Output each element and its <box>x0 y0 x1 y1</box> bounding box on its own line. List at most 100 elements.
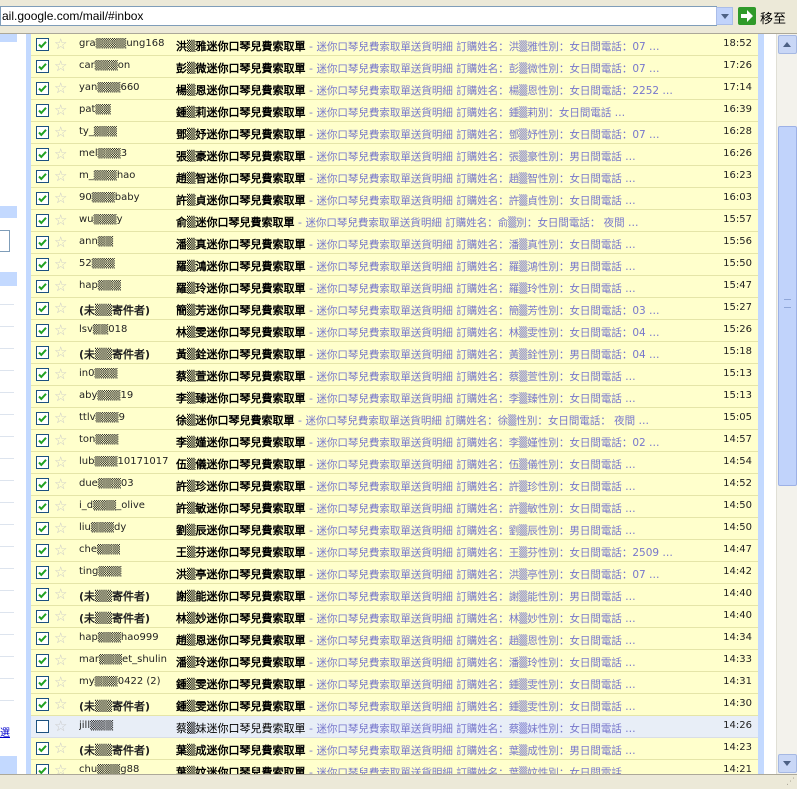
message-subject-line[interactable]: 簡▒芳迷你口琴兒費索取單 - 迷你口琴兒費索取單送貨明細 訂購姓名：簡▒芳性別：… <box>176 302 721 316</box>
select-checkbox[interactable] <box>36 764 49 774</box>
message-row[interactable]: ☆ (未▒▒寄件者) 鍾▒雯迷你口琴兒費索取單 - 迷你口琴兒費索取單送貨明細 訂購… <box>31 694 758 716</box>
message-row[interactable]: ☆ ttlv▒▒▒9 徐▒迷你口琴兒費索取單 - 迷你口琴兒費索取單送貨明細 訂購姓… <box>31 408 758 430</box>
message-subject-line[interactable]: 伍▒儀迷你口琴兒費索取單 - 迷你口琴兒費索取單送貨明細 訂購姓名：伍▒儀性別：… <box>176 456 721 470</box>
sidebar-search-field[interactable] <box>0 230 10 252</box>
message-row[interactable]: ☆ (未▒▒寄件者) 林▒妙迷你口琴兒費索取單 - 迷你口琴兒費索取單送貨明細 訂購… <box>31 606 758 628</box>
message-subject-line[interactable]: 蔡▒萱迷你口琴兒費索取單 - 迷你口琴兒費索取單送貨明細 訂購姓名：蔡▒萱性別：… <box>176 368 721 382</box>
select-checkbox[interactable] <box>36 236 49 249</box>
message-subject-line[interactable]: 王▒芬迷你口琴兒費索取單 - 迷你口琴兒費索取單送貨明細 訂購姓名：王▒芬性別：… <box>176 544 721 558</box>
star-icon[interactable]: ☆ <box>54 564 70 580</box>
star-icon[interactable]: ☆ <box>54 300 70 316</box>
message-row[interactable]: ☆ 90▒▒▒baby 許▒貞迷你口琴兒費索取單 - 迷你口琴兒費索取單送貨明細 訂… <box>31 188 758 210</box>
message-subject-line[interactable]: 羅▒鴻迷你口琴兒費索取單 - 迷你口琴兒費索取單送貨明細 訂購姓名：羅▒鴻性別：… <box>176 258 721 272</box>
message-row[interactable]: ☆ yan▒▒▒660 楊▒恩迷你口琴兒費索取單 - 迷你口琴兒費索取單送貨明細 訂… <box>31 78 758 100</box>
message-row[interactable]: ☆ liu▒▒▒dy 劉▒辰迷你口琴兒費索取單 - 迷你口琴兒費索取單送貨明細 訂購… <box>31 518 758 540</box>
sidebar-link[interactable]: 選 <box>0 724 10 739</box>
select-checkbox[interactable] <box>36 610 49 623</box>
select-checkbox[interactable] <box>36 434 49 447</box>
message-subject-line[interactable]: 鍾▒雯迷你口琴兒費索取單 - 迷你口琴兒費索取單送貨明細 訂購姓名：鍾▒雯性別：… <box>176 676 721 690</box>
message-subject-line[interactable]: 葉▒妏迷你口琴兒費索取單 - 迷你口琴兒費索取單送貨明細 訂購姓名：葉▒妏性別：… <box>176 764 721 774</box>
url-input[interactable]: ail.google.com/mail/#inbox <box>0 6 717 26</box>
star-icon[interactable]: ☆ <box>54 190 70 206</box>
select-checkbox[interactable] <box>36 456 49 469</box>
select-checkbox[interactable] <box>36 478 49 491</box>
select-checkbox[interactable] <box>36 544 49 557</box>
select-checkbox[interactable] <box>36 654 49 667</box>
star-icon[interactable]: ☆ <box>54 168 70 184</box>
star-icon[interactable]: ☆ <box>54 630 70 646</box>
message-subject-line[interactable]: 潘▒玲迷你口琴兒費索取單 - 迷你口琴兒費索取單送貨明細 訂購姓名：潘▒玲性別：… <box>176 654 721 668</box>
star-icon[interactable]: ☆ <box>54 80 70 96</box>
select-checkbox[interactable] <box>36 60 49 73</box>
message-subject-line[interactable]: 李▒臻迷你口琴兒費索取單 - 迷你口琴兒費索取單送貨明細 訂購姓名：李▒臻性別：… <box>176 390 721 404</box>
message-subject-line[interactable]: 鄧▒妤迷你口琴兒費索取單 - 迷你口琴兒費索取單送貨明細 訂購姓名：鄧▒妤性別：… <box>176 126 721 140</box>
message-row[interactable]: ☆ due▒▒▒03 許▒珍迷你口琴兒費索取單 - 迷你口琴兒費索取單送貨明細 訂購… <box>31 474 758 496</box>
message-subject-line[interactable]: 張▒豪迷你口琴兒費索取單 - 迷你口琴兒費索取單送貨明細 訂購姓名：張▒豪性別：… <box>176 148 721 162</box>
message-subject-line[interactable]: 李▒嫤迷你口琴兒費索取單 - 迷你口琴兒費索取單送貨明細 訂購姓名：李▒嫤性別：… <box>176 434 721 448</box>
scroll-thumb[interactable] <box>778 126 797 486</box>
star-icon[interactable]: ☆ <box>54 542 70 558</box>
message-row[interactable]: ☆ (未▒▒寄件者) 黃▒銓迷你口琴兒費索取單 - 迷你口琴兒費索取單送貨明細 訂購… <box>31 342 758 364</box>
star-icon[interactable]: ☆ <box>54 520 70 536</box>
select-checkbox[interactable] <box>36 588 49 601</box>
star-icon[interactable]: ☆ <box>54 586 70 602</box>
message-row[interactable]: ☆ hap▒▒▒hao999 趙▒恩迷你口琴兒費索取單 - 迷你口琴兒費索取單送貨明… <box>31 628 758 650</box>
star-icon[interactable]: ☆ <box>54 674 70 690</box>
message-subject-line[interactable]: 趙▒恩迷你口琴兒費索取單 - 迷你口琴兒費索取單送貨明細 訂購姓名：趙▒恩性別：… <box>176 632 721 646</box>
message-subject-line[interactable]: 蔡▒妹迷你口琴兒費索取單 - 迷你口琴兒費索取單送貨明細 訂購姓名：蔡▒妹性別：… <box>176 720 721 734</box>
message-row[interactable]: ☆ m_▒▒▒hao 趙▒智迷你口琴兒費索取單 - 迷你口琴兒費索取單送貨明細 訂購… <box>31 166 758 188</box>
message-row[interactable]: ☆ my▒▒▒0422 (2) 鍾▒雯迷你口琴兒費索取單 - 迷你口琴兒費索取單送貨… <box>31 672 758 694</box>
select-checkbox[interactable] <box>36 632 49 645</box>
message-row[interactable]: ☆ pat▒▒ 鍾▒莉迷你口琴兒費索取單 - 迷你口琴兒費索取單送貨明細 訂購姓名：… <box>31 100 758 122</box>
select-checkbox[interactable] <box>36 214 49 227</box>
star-icon[interactable]: ☆ <box>54 718 70 734</box>
select-checkbox[interactable] <box>36 82 49 95</box>
message-subject-line[interactable]: 黃▒銓迷你口琴兒費索取單 - 迷你口琴兒費索取單送貨明細 訂購姓名：黃▒銓性別：… <box>176 346 721 360</box>
url-dropdown-button[interactable] <box>716 7 733 25</box>
message-subject-line[interactable]: 彭▒微迷你口琴兒費索取單 - 迷你口琴兒費索取單送貨明細 訂購姓名：彭▒微性別：… <box>176 60 721 74</box>
message-row[interactable]: ☆ car▒▒▒on 彭▒微迷你口琴兒費索取單 - 迷你口琴兒費索取單送貨明細 訂購… <box>31 56 758 78</box>
star-icon[interactable]: ☆ <box>54 234 70 250</box>
message-row[interactable]: ☆ ton▒▒▒ 李▒嫤迷你口琴兒費索取單 - 迷你口琴兒費索取單送貨明細 訂購姓名… <box>31 430 758 452</box>
vertical-scrollbar[interactable] <box>776 34 797 774</box>
select-checkbox[interactable] <box>36 126 49 139</box>
message-subject-line[interactable]: 俞▒迷你口琴兒費索取單 - 迷你口琴兒費索取單送貨明細 訂購姓名：俞▒別：女日間… <box>176 214 721 228</box>
star-icon[interactable]: ☆ <box>54 762 70 774</box>
select-checkbox[interactable] <box>36 38 49 51</box>
select-checkbox[interactable] <box>36 346 49 359</box>
select-checkbox[interactable] <box>36 368 49 381</box>
message-subject-line[interactable]: 羅▒玲迷你口琴兒費索取單 - 迷你口琴兒費索取單送貨明細 訂購姓名：羅▒玲性別：… <box>176 280 721 294</box>
message-row[interactable]: ☆ ting▒▒▒ 洪▒亭迷你口琴兒費索取單 - 迷你口琴兒費索取單送貨明細 訂購姓… <box>31 562 758 584</box>
select-checkbox[interactable] <box>36 280 49 293</box>
message-row[interactable]: ☆ wu▒▒▒y 俞▒迷你口琴兒費索取單 - 迷你口琴兒費索取單送貨明細 訂購姓名：… <box>31 210 758 232</box>
select-checkbox[interactable] <box>36 390 49 403</box>
select-checkbox[interactable] <box>36 192 49 205</box>
message-subject-line[interactable]: 鍾▒莉迷你口琴兒費索取單 - 迷你口琴兒費索取單送貨明細 訂購姓名：鍾▒莉別：女… <box>176 104 721 118</box>
message-subject-line[interactable]: 徐▒迷你口琴兒費索取單 - 迷你口琴兒費索取單送貨明細 訂購姓名：徐▒性別：女日… <box>176 412 721 426</box>
star-icon[interactable]: ☆ <box>54 212 70 228</box>
star-icon[interactable]: ☆ <box>54 608 70 624</box>
message-row[interactable]: ☆ gra▒▒▒▒ung168 洪▒雅迷你口琴兒費索取單 - 迷你口琴兒費索取單送貨… <box>31 34 758 56</box>
select-checkbox[interactable] <box>36 412 49 425</box>
select-checkbox[interactable] <box>36 720 49 733</box>
select-checkbox[interactable] <box>36 258 49 271</box>
message-row[interactable]: ☆ mel▒▒▒3 張▒豪迷你口琴兒費索取單 - 迷你口琴兒費索取單送貨明細 訂購姓… <box>31 144 758 166</box>
select-checkbox[interactable] <box>36 302 49 315</box>
message-row[interactable]: ☆ (未▒▒寄件者) 謝▒能迷你口琴兒費索取單 - 迷你口琴兒費索取單送貨明細 訂購… <box>31 584 758 606</box>
resize-grip-icon[interactable]: ⋰ <box>784 777 795 788</box>
select-checkbox[interactable] <box>36 566 49 579</box>
message-subject-line[interactable]: 鍾▒雯迷你口琴兒費索取單 - 迷你口琴兒費索取單送貨明細 訂購姓名：鍾▒雯性別：… <box>176 698 721 712</box>
message-row[interactable]: ☆ hap▒▒▒ 羅▒玲迷你口琴兒費索取單 - 迷你口琴兒費索取單送貨明細 訂購姓名… <box>31 276 758 298</box>
message-row[interactable]: ☆ mar▒▒▒et_shulin 潘▒玲迷你口琴兒費索取單 - 迷你口琴兒費索取單… <box>31 650 758 672</box>
message-row[interactable]: ☆ in0▒▒▒ 蔡▒萱迷你口琴兒費索取單 - 迷你口琴兒費索取單送貨明細 訂購姓名… <box>31 364 758 386</box>
select-checkbox[interactable] <box>36 148 49 161</box>
message-subject-line[interactable]: 趙▒智迷你口琴兒費索取單 - 迷你口琴兒費索取單送貨明細 訂購姓名：趙▒智性別：… <box>176 170 721 184</box>
message-row[interactable]: ☆ ann▒▒ 潘▒真迷你口琴兒費索取單 - 迷你口琴兒費索取單送貨明細 訂購姓名：… <box>31 232 758 254</box>
message-subject-line[interactable]: 劉▒辰迷你口琴兒費索取單 - 迷你口琴兒費索取單送貨明細 訂購姓名：劉▒辰性別：… <box>176 522 721 536</box>
message-row[interactable]: ☆ chu▒▒▒g88 葉▒妏迷你口琴兒費索取單 - 迷你口琴兒費索取單送貨明細 訂… <box>31 760 758 774</box>
star-icon[interactable]: ☆ <box>54 256 70 272</box>
message-subject-line[interactable]: 林▒妙迷你口琴兒費索取單 - 迷你口琴兒費索取單送貨明細 訂購姓名：林▒妙性別：… <box>176 610 721 624</box>
message-subject-line[interactable]: 謝▒能迷你口琴兒費索取單 - 迷你口琴兒費索取單送貨明細 訂購姓名：謝▒能性別：… <box>176 588 721 602</box>
message-row[interactable]: ☆ jill▒▒▒ 蔡▒妹迷你口琴兒費索取單 - 迷你口琴兒費索取單送貨明細 訂購姓… <box>31 716 758 738</box>
message-subject-line[interactable]: 許▒貞迷你口琴兒費索取單 - 迷你口琴兒費索取單送貨明細 訂購姓名：許▒貞性別：… <box>176 192 721 206</box>
